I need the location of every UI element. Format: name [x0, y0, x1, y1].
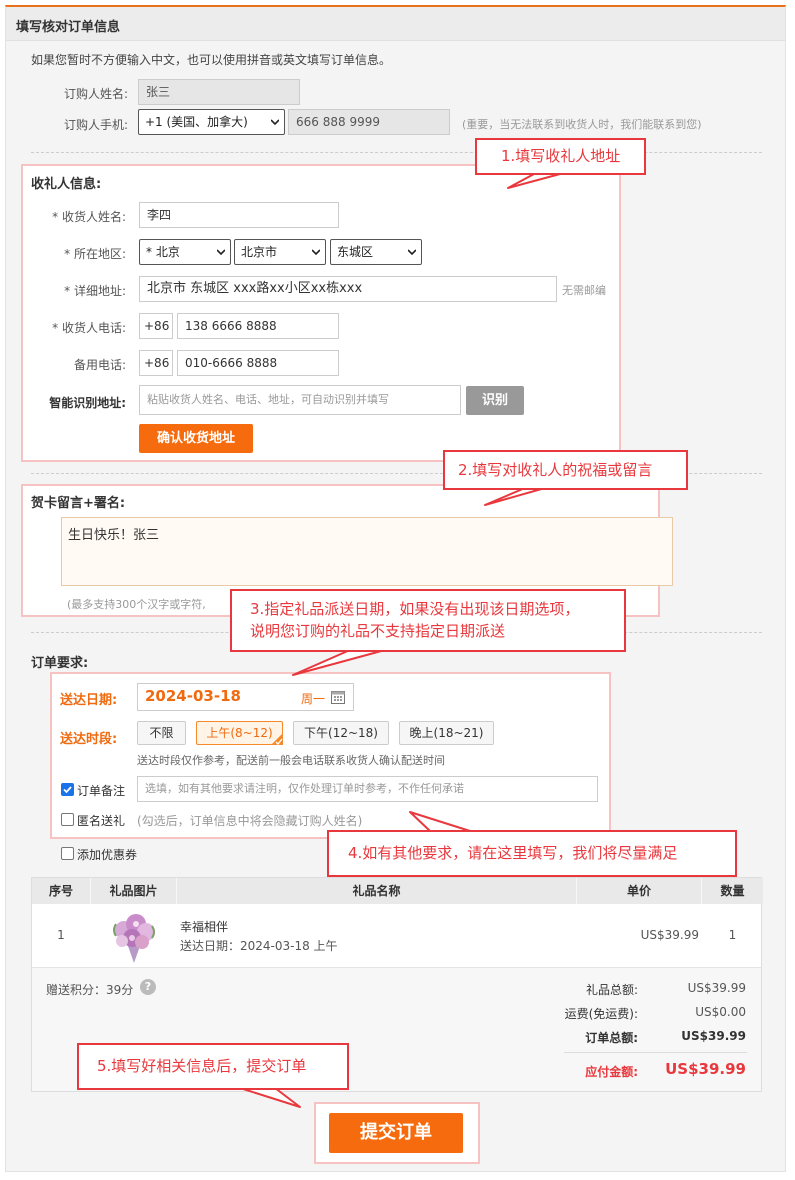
- callout-1-text: 1.填写收礼人地址: [501, 147, 621, 165]
- callout-3-line1: 3.指定礼品派送日期，如果没有出现该日期选项，: [250, 600, 580, 618]
- callout-5: 5.填写好相关信息后，提交订单: [77, 1043, 349, 1090]
- callout-4-text: 4.如有其他要求，请在这里填写，我们将尽量满足: [348, 844, 678, 862]
- callout-3-line2: 说明您订购的礼品不支持指定日期派送: [250, 622, 506, 640]
- callout-1: 1.填写收礼人地址: [475, 138, 647, 175]
- callout-4: 4.如有其他要求，请在这里填写，我们将尽量满足: [327, 830, 737, 877]
- callout-2: 2.填写对收礼人的祝福或留言: [443, 450, 688, 490]
- callout-2-text: 2.填写对收礼人的祝福或留言: [458, 461, 653, 479]
- callout-5-text: 5.填写好相关信息后，提交订单: [97, 1057, 307, 1075]
- callout-3: 3.指定礼品派送日期，如果没有出现该日期选项， 说明您订购的礼品不支持指定日期派…: [230, 589, 626, 652]
